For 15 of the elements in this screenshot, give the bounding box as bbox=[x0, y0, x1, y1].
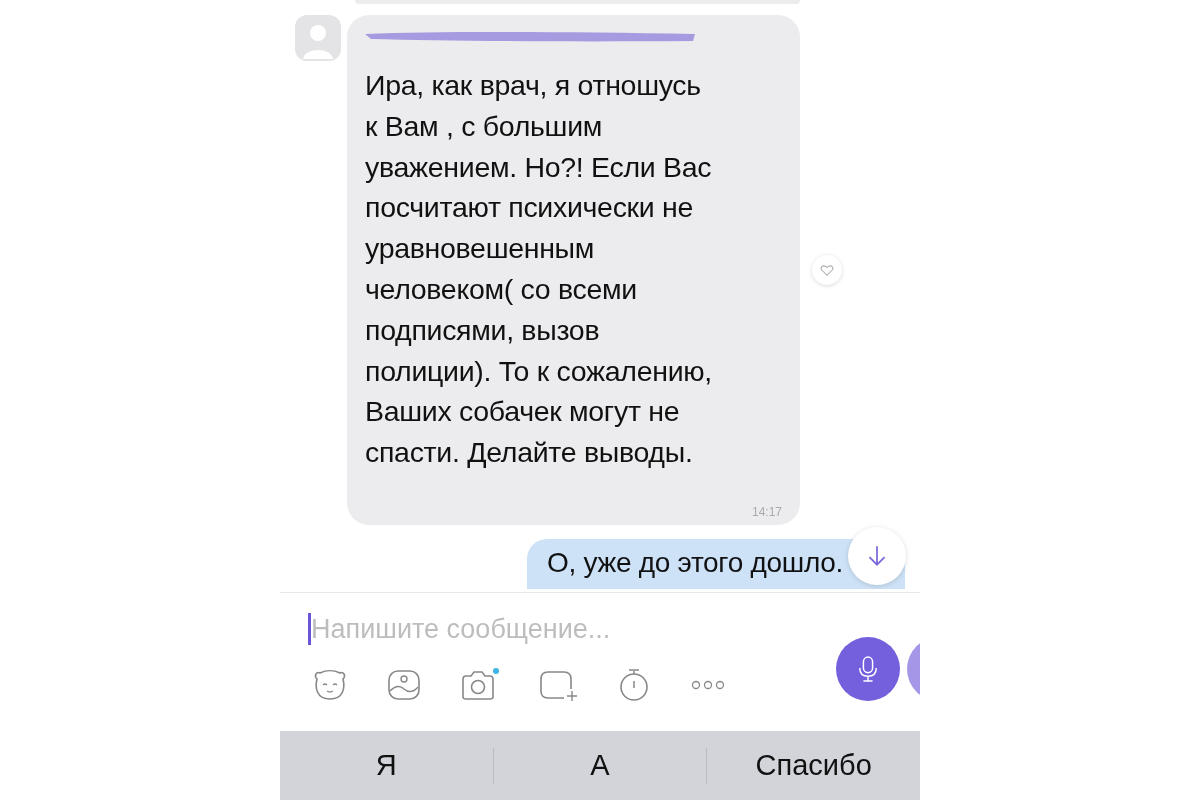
more-icon[interactable] bbox=[690, 679, 726, 691]
message-text: О, уже до этого дошло. bbox=[547, 547, 843, 578]
sticker-icon[interactable] bbox=[312, 667, 348, 703]
camera-icon[interactable] bbox=[460, 667, 500, 703]
suggestion-button[interactable]: Спасибо bbox=[707, 731, 920, 800]
microphone-icon bbox=[857, 654, 879, 684]
suggestion-button[interactable]: А bbox=[493, 731, 707, 800]
message-time: 14:17 bbox=[751, 505, 782, 519]
heart-icon bbox=[820, 263, 834, 277]
message-input[interactable]: Напишите сообщение... bbox=[308, 613, 788, 645]
message-text: Ира, как врач, я отношусь к Вам , с большим уважением. Но?! Если Вас посчитают психически не уравновешенным человеком( со всеми подписями, вызов полиции). То к сожалению, Ваших собачек могут не спасти. Делайте выводы. bbox=[365, 68, 713, 471]
gallery-icon[interactable] bbox=[386, 667, 422, 703]
avatar-icon bbox=[295, 15, 341, 61]
suggestion-button[interactable]: Я bbox=[280, 731, 493, 800]
scroll-down-button[interactable] bbox=[848, 527, 906, 585]
